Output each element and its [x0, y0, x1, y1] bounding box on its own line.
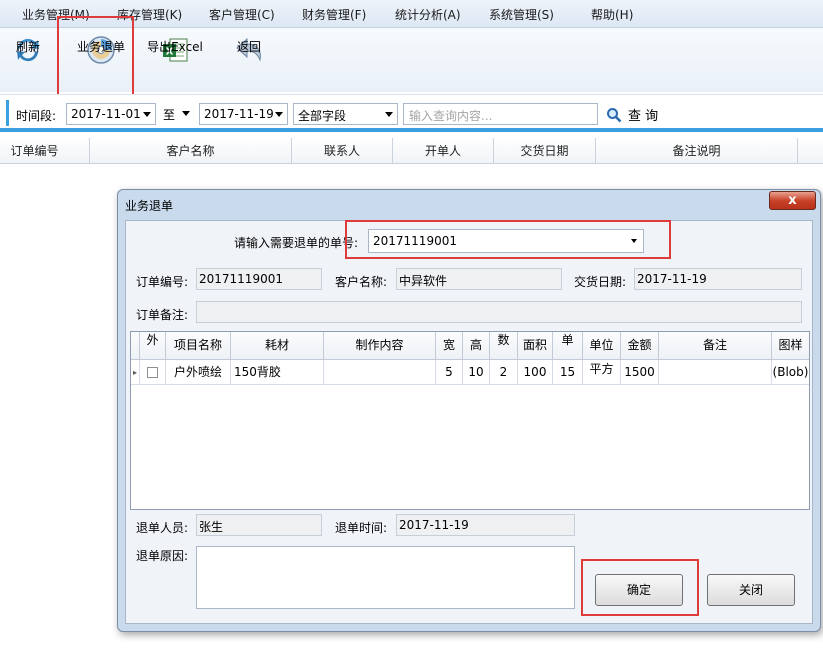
- menu-help[interactable]: 帮助(H): [591, 6, 633, 23]
- dialog-title: 业务退单: [125, 199, 174, 213]
- checkbox[interactable]: [147, 367, 158, 378]
- row-indicator-icon: ▸: [131, 360, 140, 385]
- field-select[interactable]: 全部字段: [293, 103, 398, 125]
- menu-finance[interactable]: 财务管理(F): [302, 6, 366, 23]
- search-input[interactable]: 输入查询内容...: [403, 103, 598, 125]
- menu-inventory[interactable]: 库存管理(K): [117, 6, 182, 23]
- remark-field: [196, 301, 802, 323]
- row-area: 100: [518, 360, 553, 385]
- col-customer[interactable]: 客户名称: [90, 138, 292, 164]
- col-width[interactable]: 宽: [436, 332, 463, 360]
- menu-statistics[interactable]: 统计分析(A): [395, 6, 461, 23]
- col-item-name[interactable]: 项目名称: [166, 332, 231, 360]
- col-delivery-date[interactable]: 交货日期: [494, 138, 596, 164]
- menu-system[interactable]: 系统管理(S): [489, 6, 554, 23]
- row-unit: 平方: [583, 360, 621, 385]
- col-issuer[interactable]: 开单人: [393, 138, 494, 164]
- toolbar: 刷新 业务退单 X 导出Excel 返回: [0, 28, 823, 92]
- customer-field: 中异软件: [396, 268, 562, 290]
- return-order-dialog: 业务退单 x 请输入需要退单的单号: 20171119001 订单编号: 201…: [117, 189, 821, 632]
- search-button[interactable]: 查 询: [606, 105, 658, 124]
- time-field: 2017-11-19: [396, 514, 575, 536]
- menu-customer[interactable]: 客户管理(C): [209, 6, 275, 23]
- dialog-close-button[interactable]: x: [769, 191, 816, 210]
- col-amount[interactable]: 金额: [621, 332, 659, 360]
- row-width: 5: [436, 360, 463, 385]
- col-material[interactable]: 耗材: [231, 332, 324, 360]
- chevron-down-icon: [275, 112, 283, 117]
- col-pattern[interactable]: 图样: [772, 332, 809, 360]
- staff-field: 张生: [196, 514, 322, 536]
- row-amount: 1500: [621, 360, 659, 385]
- row-outsource-cell[interactable]: [140, 360, 166, 385]
- customer-label: 客户名称:: [335, 275, 388, 289]
- col-note[interactable]: 备注: [659, 332, 772, 360]
- col-order-no[interactable]: 订单编号: [0, 138, 90, 164]
- close-button[interactable]: 关闭: [707, 574, 795, 606]
- start-date-picker[interactable]: 2017-11-01: [66, 103, 156, 125]
- filter-bar: 时间段: 2017-11-01 至 2017-11-19 全部字段 输入查询内容…: [0, 94, 823, 132]
- items-grid: 外 项目名称 耗材 制作内容 宽 高 数 面积 单 单位 金额 备注 图样 ▸ …: [130, 331, 810, 510]
- col-remarks[interactable]: 备注说明: [596, 138, 798, 164]
- chevron-down-icon: [182, 111, 190, 116]
- export-excel-button[interactable]: X 导出Excel: [147, 34, 203, 90]
- end-date-picker[interactable]: 2017-11-19: [199, 103, 288, 125]
- col-outsource[interactable]: 外: [140, 332, 166, 360]
- row-content: [324, 360, 436, 385]
- col-unit-price[interactable]: 单: [553, 332, 583, 360]
- time-label: 退单时间:: [335, 521, 388, 535]
- order-no-field: 20171119001: [196, 268, 322, 290]
- period-label: 时间段:: [16, 109, 57, 123]
- order-no-label: 订单编号:: [136, 275, 189, 289]
- return-order-button[interactable]: 业务退单: [76, 34, 126, 90]
- delivery-field: 2017-11-19: [634, 268, 802, 290]
- menu-business[interactable]: 业务管理(M): [22, 6, 90, 23]
- row-note: [659, 360, 772, 385]
- row-item-name: 户外喷绘: [166, 360, 231, 385]
- dialog-body: 请输入需要退单的单号: 20171119001 订单编号: 2017111900…: [125, 220, 813, 624]
- col-contact[interactable]: 联系人: [292, 138, 393, 164]
- row-unit-price: 15: [553, 360, 583, 385]
- col-unit[interactable]: 单位: [583, 332, 621, 360]
- row-pattern: (Blob): [772, 365, 809, 379]
- start-date-value: 2017-11-01: [71, 107, 141, 121]
- remark-label: 订单备注:: [136, 308, 189, 322]
- orders-grid-header: 订单编号 客户名称 联系人 开单人 交货日期 备注说明: [0, 138, 823, 164]
- table-row[interactable]: ▸ 户外喷绘 150背胶 5 10 2 100 15 平方 1500 (Blob…: [131, 360, 809, 385]
- search-label: 查 询: [628, 109, 659, 124]
- back-label: 返回: [236, 40, 261, 54]
- order-no-prompt: 请输入需要退单的单号:: [234, 236, 359, 250]
- chevron-down-icon: [631, 239, 637, 243]
- reason-label: 退单原因:: [136, 549, 189, 563]
- menu-bar: 业务管理(M) 库存管理(K) 客户管理(C) 财务管理(F) 统计分析(A) …: [0, 0, 823, 28]
- col-area[interactable]: 面积: [518, 332, 553, 360]
- chevron-down-icon: [385, 112, 393, 117]
- chevron-down-icon: [143, 112, 151, 117]
- reason-textarea[interactable]: [196, 546, 575, 609]
- order-no-select[interactable]: 20171119001: [368, 229, 644, 253]
- export-excel-label: 导出Excel: [147, 40, 203, 54]
- row-header-corner: [131, 332, 140, 360]
- col-height[interactable]: 高: [463, 332, 490, 360]
- to-select[interactable]: 至: [161, 103, 194, 125]
- end-date-value: 2017-11-19: [204, 107, 274, 121]
- to-label: 至: [163, 108, 176, 122]
- items-grid-header: 外 项目名称 耗材 制作内容 宽 高 数 面积 单 单位 金额 备注 图样: [131, 332, 809, 360]
- return-order-label: 业务退单: [76, 40, 125, 54]
- filter-accent: [6, 100, 9, 126]
- row-material: 150背胶: [231, 360, 324, 385]
- confirm-button[interactable]: 确定: [595, 574, 683, 606]
- staff-label: 退单人员:: [136, 521, 189, 535]
- back-button[interactable]: 返回: [232, 34, 266, 90]
- refresh-label: 刷新: [15, 40, 40, 54]
- col-content[interactable]: 制作内容: [324, 332, 436, 360]
- delivery-label: 交货日期:: [574, 275, 627, 289]
- order-no-select-value: 20171119001: [373, 234, 457, 248]
- field-select-value: 全部字段: [298, 109, 347, 123]
- refresh-button[interactable]: 刷新: [10, 34, 46, 90]
- search-icon: [607, 107, 622, 122]
- row-quantity: 2: [490, 360, 518, 385]
- row-height: 10: [463, 360, 490, 385]
- col-quantity[interactable]: 数: [490, 332, 518, 360]
